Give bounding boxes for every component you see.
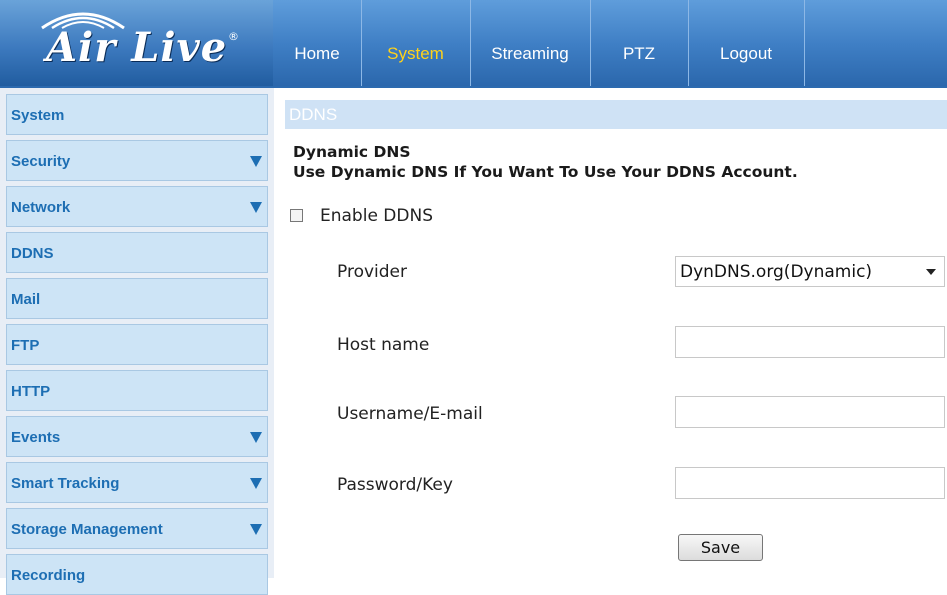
registered-mark: ®: [228, 30, 239, 43]
sidebar-item-system[interactable]: System: [6, 94, 268, 135]
sidebar-item-ddns[interactable]: DDNS: [6, 232, 268, 273]
password-label: Password/Key: [337, 475, 453, 495]
sidebar-item-label: HTTP: [11, 383, 51, 400]
sidebar-item-label: System: [11, 107, 65, 124]
tab-streaming[interactable]: Streaming: [470, 0, 591, 88]
sidebar-item-network[interactable]: Network: [6, 186, 268, 227]
sidebar-item-label: Events: [11, 429, 61, 446]
logo: Air Live ®: [0, 0, 273, 88]
password-input[interactable]: [675, 467, 945, 499]
provider-selected-value: DynDNS.org(Dynamic): [680, 262, 873, 282]
provider-label: Provider: [337, 262, 407, 282]
page-heading: Dynamic DNS: [293, 143, 411, 161]
section-header: DDNS: [285, 100, 947, 129]
header: Air Live ® Home System Streaming PTZ Log…: [0, 0, 947, 88]
username-input[interactable]: [675, 396, 945, 428]
dropdown-arrow-icon: [926, 269, 936, 275]
logo-text: Air Live: [46, 24, 228, 71]
sidebar-item-label: Security: [11, 153, 71, 170]
tab-system[interactable]: System: [361, 0, 471, 88]
sidebar-item-events[interactable]: Events: [6, 416, 268, 457]
section-title: DDNS: [289, 105, 338, 124]
sidebar-item-security[interactable]: Security: [6, 140, 268, 181]
enable-ddns-label: Enable DDNS: [320, 206, 433, 226]
top-nav: Home System Streaming PTZ Logout: [273, 0, 947, 88]
page-subheading: Use Dynamic DNS If You Want To Use Your …: [293, 163, 798, 181]
tab-home[interactable]: Home: [273, 0, 362, 88]
expand-arrow-icon: [250, 432, 262, 443]
sidebar-item-recording[interactable]: Recording: [6, 554, 268, 595]
sidebar-item-ftp[interactable]: FTP: [6, 324, 268, 365]
sidebar-item-http[interactable]: HTTP: [6, 370, 268, 411]
hostname-label: Host name: [337, 335, 430, 355]
provider-select[interactable]: DynDNS.org(Dynamic): [675, 256, 945, 287]
sidebar-item-storage-management[interactable]: Storage Management: [6, 508, 268, 549]
sidebar-item-label: Recording: [11, 567, 86, 584]
sidebar-item-label: Network: [11, 199, 71, 216]
expand-arrow-icon: [250, 478, 262, 489]
hostname-input[interactable]: [675, 326, 945, 358]
sidebar-item-label: Smart Tracking: [11, 475, 120, 492]
tab-ptz[interactable]: PTZ: [590, 0, 689, 88]
main-content: DDNS Dynamic DNS Use Dynamic DNS If You …: [285, 88, 947, 578]
sidebar: System Security Network DDNS Mail FTP HT…: [0, 88, 274, 595]
expand-arrow-icon: [250, 156, 262, 167]
sidebar-item-mail[interactable]: Mail: [6, 278, 268, 319]
sidebar-item-smart-tracking[interactable]: Smart Tracking: [6, 462, 268, 503]
save-button[interactable]: Save: [678, 534, 763, 561]
expand-arrow-icon: [250, 202, 262, 213]
sidebar-item-label: Mail: [11, 291, 41, 308]
expand-arrow-icon: [250, 524, 262, 535]
username-label: Username/E-mail: [337, 404, 483, 424]
sidebar-item-label: Storage Management: [11, 521, 163, 538]
sidebar-item-label: FTP: [11, 337, 40, 354]
sidebar-item-label: DDNS: [11, 245, 54, 262]
tab-logout[interactable]: Logout: [688, 0, 805, 88]
enable-ddns-checkbox[interactable]: [290, 209, 303, 222]
